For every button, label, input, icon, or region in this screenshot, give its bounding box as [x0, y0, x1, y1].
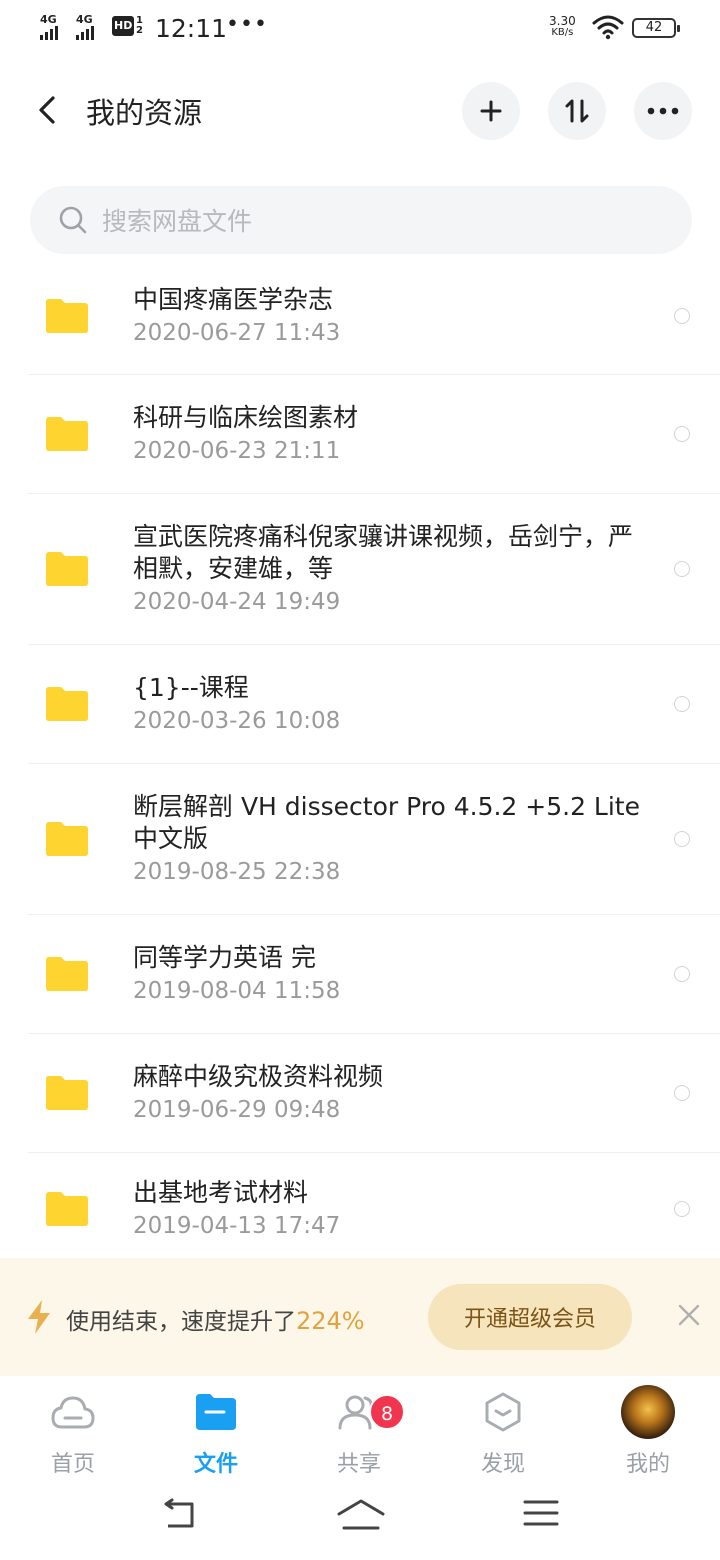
header: 我的资源	[0, 80, 720, 142]
file-name: 出基地考试材料	[133, 1178, 309, 1207]
file-name: 宣武医院疼痛科倪家骧讲课视频，岳剑宁，严相默，安建雄，等	[133, 522, 634, 583]
promo-message: 使用结束，速度提升了	[66, 1309, 296, 1335]
add-button[interactable]	[462, 82, 520, 140]
search-icon	[59, 206, 87, 234]
tab-label: 发现	[480, 1452, 525, 1477]
file-row[interactable]: 中国疼痛医学杂志 2020-06-27 11:43	[28, 258, 720, 375]
upgrade-button[interactable]: 开通超级会员	[428, 1284, 632, 1350]
tab-me[interactable]: 我的	[593, 1385, 703, 1478]
signal-sim1: 4G	[40, 14, 58, 40]
promo-text: 使用结束，速度提升了224%	[66, 1302, 365, 1336]
folder-icon	[46, 552, 88, 586]
file-row[interactable]: 断层解剖 VH dissector Pro 4.5.2 +5.2 Lite 中文…	[28, 764, 720, 915]
more-icon	[647, 107, 679, 115]
file-name: 科研与临床绘图素材	[133, 403, 359, 432]
file-date: 2019-06-29 09:48	[133, 1097, 341, 1123]
file-row[interactable]: 麻醉中级究极资料视频 2019-06-29 09:48	[28, 1034, 720, 1153]
page-title: 我的资源	[86, 96, 203, 130]
tab-bar: 首页 文件 8 共享 发现 我的	[0, 1376, 720, 1488]
sort-button[interactable]	[548, 82, 606, 140]
file-date: 2020-06-27 11:43	[133, 320, 341, 346]
plus-icon	[480, 100, 502, 122]
clock: 12:11	[155, 14, 228, 43]
file-row[interactable]: 科研与临床绘图素材 2020-06-23 21:11	[28, 375, 720, 494]
more-button[interactable]	[634, 82, 692, 140]
avatar	[621, 1385, 675, 1439]
promo-percent: 224%	[296, 1307, 365, 1335]
nav-back-icon[interactable]	[160, 1498, 198, 1530]
file-name: 同等学力英语 完	[133, 943, 316, 972]
tab-label: 共享	[336, 1452, 381, 1477]
notification-dots: •••	[226, 12, 268, 37]
file-name: {1}--课程	[133, 673, 249, 702]
select-radio[interactable]	[674, 966, 690, 982]
back-button[interactable]	[32, 92, 62, 128]
file-date: 2019-04-13 17:47	[133, 1213, 341, 1239]
file-name: 断层解剖 VH dissector Pro 4.5.2 +5.2 Lite 中文…	[133, 792, 640, 853]
select-radio[interactable]	[674, 696, 690, 712]
file-list: 中国疼痛医学杂志 2020-06-27 11:43 科研与临床绘图素材 2020-0…	[0, 258, 720, 1265]
folder-icon	[46, 1076, 88, 1110]
close-icon[interactable]	[676, 1302, 702, 1328]
tab-home[interactable]: 首页	[18, 1386, 128, 1478]
file-row[interactable]: {1}--课程 2020-03-26 10:08	[28, 645, 720, 764]
promo-banner: 使用结束，速度提升了224% 开通超级会员	[0, 1258, 720, 1376]
select-radio[interactable]	[674, 1085, 690, 1101]
file-name: 麻醉中级究极资料视频	[133, 1062, 384, 1091]
hd-sub-label: 1 2	[136, 15, 143, 36]
tab-label: 首页	[50, 1452, 95, 1477]
search-input[interactable]: 搜索网盘文件	[30, 186, 692, 254]
nav-menu-icon[interactable]	[522, 1498, 560, 1528]
file-date: 2019-08-04 11:58	[133, 978, 341, 1004]
file-name: 中国疼痛医学杂志	[133, 285, 334, 314]
folder-icon	[196, 1394, 236, 1430]
sort-icon	[565, 99, 589, 123]
file-row[interactable]: 出基地考试材料 2019-04-13 17:47	[28, 1153, 720, 1265]
folder-icon	[46, 957, 88, 991]
file-date: 2020-04-24 19:49	[133, 589, 341, 615]
tab-label: 文件	[193, 1452, 238, 1477]
wifi-icon	[592, 15, 624, 40]
tab-label: 我的	[625, 1452, 670, 1477]
file-row[interactable]: 同等学力英语 完 2019-08-04 11:58	[28, 915, 720, 1034]
file-date: 2019-08-25 22:38	[133, 859, 341, 885]
tab-files[interactable]: 文件	[161, 1386, 271, 1478]
select-radio[interactable]	[674, 426, 690, 442]
signal-bars-1-icon	[40, 26, 58, 40]
folder-icon	[46, 822, 88, 856]
select-radio[interactable]	[674, 1201, 690, 1217]
search-placeholder: 搜索网盘文件	[102, 207, 253, 236]
folder-icon	[46, 417, 88, 451]
discover-icon	[485, 1392, 521, 1432]
folder-icon	[46, 299, 88, 333]
cloud-icon	[51, 1396, 95, 1429]
select-radio[interactable]	[674, 308, 690, 324]
network-type-2: 4G	[76, 13, 93, 26]
battery-indicator: 42	[632, 18, 680, 38]
tab-share[interactable]: 8 共享	[304, 1386, 414, 1478]
status-bar: 4G 4G HD 1 2 12:11 ••• 3.30 KB/s 42	[0, 0, 720, 58]
back-arrow-icon	[39, 96, 55, 124]
select-radio[interactable]	[674, 561, 690, 577]
folder-icon	[46, 687, 88, 721]
select-radio[interactable]	[674, 831, 690, 847]
nav-home-icon[interactable]	[336, 1498, 386, 1532]
file-row[interactable]: 宣武医院疼痛科倪家骧讲课视频，岳剑宁，严相默，安建雄，等 2020-04-24 1…	[28, 494, 720, 645]
notification-badge: 8	[369, 1394, 405, 1430]
network-speed: 3.30 KB/s	[549, 15, 576, 39]
signal-bars-2-icon	[76, 26, 94, 40]
network-type-1: 4G	[40, 13, 57, 26]
speed-value: 3.30	[549, 14, 576, 28]
speed-unit: KB/s	[551, 27, 574, 38]
signal-sim2: 4G	[76, 14, 94, 40]
hd-icon: HD	[112, 16, 134, 36]
system-nav-bar	[0, 1488, 720, 1560]
lightning-icon	[28, 1300, 50, 1334]
tab-discover[interactable]: 发现	[448, 1386, 558, 1478]
folder-icon	[46, 1192, 88, 1226]
file-date: 2020-06-23 21:11	[133, 438, 341, 464]
file-date: 2020-03-26 10:08	[133, 708, 341, 734]
